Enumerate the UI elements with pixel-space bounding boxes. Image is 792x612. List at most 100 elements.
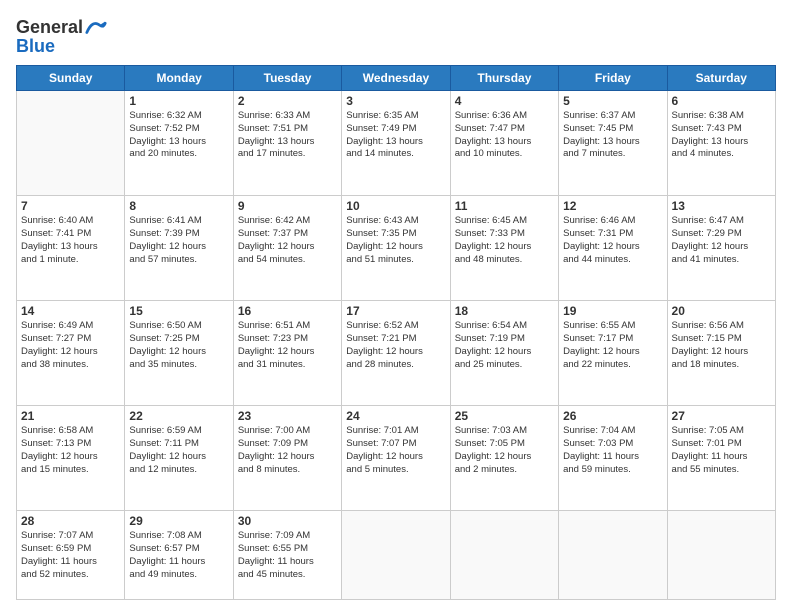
day-info: Sunrise: 6:49 AM Sunset: 7:27 PM Dayligh… [21,320,120,371]
header: General Blue [16,12,776,57]
calendar-cell [17,91,125,196]
calendar-cell: 27 Sunrise: 7:05 AM Sunset: 7:01 PM Dayli… [667,406,775,511]
day-number: 5 [563,94,662,108]
day-number: 21 [21,409,120,423]
logo-general-text: General [16,17,83,38]
calendar-cell: 3Sunrise: 6:35 AM Sunset: 7:49 PM Daylig… [342,91,450,196]
calendar-cell: 2 Sunrise: 6:33 AM Sunset: 7:51 PM Daylig… [233,91,341,196]
day-info: Sunrise: 6:41 AM Sunset: 7:39 PM Dayligh… [129,215,228,266]
calendar-cell: 26 Sunrise: 7:04 AM Sunset: 7:03 PM Dayli… [559,406,667,511]
calendar-cell: 14 Sunrise: 6:49 AM Sunset: 7:27 PM Dayli… [17,301,125,406]
day-info: Sunrise: 6:40 AM Sunset: 7:41 PM Dayligh… [21,215,120,266]
weekday-header-friday: Friday [559,66,667,91]
day-number: 7 [21,199,120,213]
weekday-header-saturday: Saturday [667,66,775,91]
day-info: Sunrise: 6:50 AM Sunset: 7:25 PM Dayligh… [129,320,228,371]
day-number: 18 [455,304,554,318]
calendar-cell [450,511,558,600]
week-row-1: 1Sunrise: 6:32 AM Sunset: 7:52 PM Daylig… [17,91,776,196]
day-info: Sunrise: 6:33 AM Sunset: 7:51 PM Dayligh… [238,110,337,161]
calendar-cell: 13 Sunrise: 6:47 AM Sunset: 7:29 PM Dayli… [667,196,775,301]
calendar-cell [342,511,450,600]
day-number: 11 [455,199,554,213]
logo-blue-text: Blue [16,36,107,57]
day-info: Sunrise: 6:42 AM Sunset: 7:37 PM Dayligh… [238,215,337,266]
day-info: Sunrise: 7:08 AM Sunset: 6:57 PM Dayligh… [129,530,228,581]
day-number: 23 [238,409,337,423]
day-number: 2 [238,94,337,108]
calendar-cell: 10 Sunrise: 6:43 AM Sunset: 7:35 PM Dayli… [342,196,450,301]
day-info: Sunrise: 6:59 AM Sunset: 7:11 PM Dayligh… [129,425,228,476]
week-row-4: 21 Sunrise: 6:58 AM Sunset: 7:13 PM Dayli… [17,406,776,511]
day-number: 4 [455,94,554,108]
day-number: 15 [129,304,228,318]
day-info: Sunrise: 6:47 AM Sunset: 7:29 PM Dayligh… [672,215,771,266]
weekday-header-sunday: Sunday [17,66,125,91]
day-number: 14 [21,304,120,318]
calendar-cell: 30 Sunrise: 7:09 AM Sunset: 6:55 PM Dayli… [233,511,341,600]
day-number: 1 [129,94,228,108]
day-number: 12 [563,199,662,213]
weekday-header-monday: Monday [125,66,233,91]
day-info: Sunrise: 6:56 AM Sunset: 7:15 PM Dayligh… [672,320,771,371]
day-info: Sunrise: 6:37 AM Sunset: 7:45 PM Dayligh… [563,110,662,161]
day-info: Sunrise: 7:07 AM Sunset: 6:59 PM Dayligh… [21,530,120,581]
day-info: Sunrise: 6:46 AM Sunset: 7:31 PM Dayligh… [563,215,662,266]
day-info: Sunrise: 6:52 AM Sunset: 7:21 PM Dayligh… [346,320,445,371]
day-number: 13 [672,199,771,213]
calendar-cell: 12 Sunrise: 6:46 AM Sunset: 7:31 PM Dayli… [559,196,667,301]
day-number: 20 [672,304,771,318]
day-number: 22 [129,409,228,423]
day-number: 27 [672,409,771,423]
calendar-cell: 24 Sunrise: 7:01 AM Sunset: 7:07 PM Dayli… [342,406,450,511]
calendar-cell: 15 Sunrise: 6:50 AM Sunset: 7:25 PM Dayli… [125,301,233,406]
week-row-5: 28 Sunrise: 7:07 AM Sunset: 6:59 PM Dayli… [17,511,776,600]
logo-icon [85,16,107,38]
day-number: 17 [346,304,445,318]
day-number: 19 [563,304,662,318]
day-number: 24 [346,409,445,423]
calendar-cell: 11 Sunrise: 6:45 AM Sunset: 7:33 PM Dayli… [450,196,558,301]
day-number: 16 [238,304,337,318]
day-info: Sunrise: 6:54 AM Sunset: 7:19 PM Dayligh… [455,320,554,371]
day-number: 30 [238,514,337,528]
day-number: 3 [346,94,445,108]
calendar-cell: 29Sunrise: 7:08 AM Sunset: 6:57 PM Dayli… [125,511,233,600]
day-info: Sunrise: 6:55 AM Sunset: 7:17 PM Dayligh… [563,320,662,371]
weekday-header-thursday: Thursday [450,66,558,91]
weekday-header-tuesday: Tuesday [233,66,341,91]
calendar-cell: 1Sunrise: 6:32 AM Sunset: 7:52 PM Daylig… [125,91,233,196]
day-info: Sunrise: 7:03 AM Sunset: 7:05 PM Dayligh… [455,425,554,476]
calendar-cell: 21 Sunrise: 6:58 AM Sunset: 7:13 PM Dayli… [17,406,125,511]
calendar-cell [559,511,667,600]
day-info: Sunrise: 6:45 AM Sunset: 7:33 PM Dayligh… [455,215,554,266]
day-number: 9 [238,199,337,213]
calendar-cell: 28 Sunrise: 7:07 AM Sunset: 6:59 PM Dayli… [17,511,125,600]
day-number: 10 [346,199,445,213]
day-info: Sunrise: 6:58 AM Sunset: 7:13 PM Dayligh… [21,425,120,476]
calendar-cell: 9 Sunrise: 6:42 AM Sunset: 7:37 PM Daylig… [233,196,341,301]
day-info: Sunrise: 6:43 AM Sunset: 7:35 PM Dayligh… [346,215,445,266]
day-info: Sunrise: 7:04 AM Sunset: 7:03 PM Dayligh… [563,425,662,476]
day-number: 26 [563,409,662,423]
calendar-table: SundayMondayTuesdayWednesdayThursdayFrid… [16,65,776,600]
calendar-cell: 20 Sunrise: 6:56 AM Sunset: 7:15 PM Dayli… [667,301,775,406]
day-info: Sunrise: 7:00 AM Sunset: 7:09 PM Dayligh… [238,425,337,476]
day-info: Sunrise: 7:01 AM Sunset: 7:07 PM Dayligh… [346,425,445,476]
day-info: Sunrise: 7:05 AM Sunset: 7:01 PM Dayligh… [672,425,771,476]
week-row-3: 14 Sunrise: 6:49 AM Sunset: 7:27 PM Dayli… [17,301,776,406]
calendar-cell: 5 Sunrise: 6:37 AM Sunset: 7:45 PM Daylig… [559,91,667,196]
logo: General Blue [16,16,107,57]
week-row-2: 7 Sunrise: 6:40 AM Sunset: 7:41 PM Daylig… [17,196,776,301]
calendar-cell [667,511,775,600]
calendar-cell: 23 Sunrise: 7:00 AM Sunset: 7:09 PM Dayli… [233,406,341,511]
day-number: 28 [21,514,120,528]
weekday-header-row: SundayMondayTuesdayWednesdayThursdayFrid… [17,66,776,91]
calendar-cell: 25 Sunrise: 7:03 AM Sunset: 7:05 PM Dayli… [450,406,558,511]
calendar-cell: 19 Sunrise: 6:55 AM Sunset: 7:17 PM Dayli… [559,301,667,406]
day-info: Sunrise: 7:09 AM Sunset: 6:55 PM Dayligh… [238,530,337,581]
day-info: Sunrise: 6:36 AM Sunset: 7:47 PM Dayligh… [455,110,554,161]
day-number: 25 [455,409,554,423]
day-number: 8 [129,199,228,213]
page: General Blue SundayMondayTuesdayWednesda… [0,0,792,612]
